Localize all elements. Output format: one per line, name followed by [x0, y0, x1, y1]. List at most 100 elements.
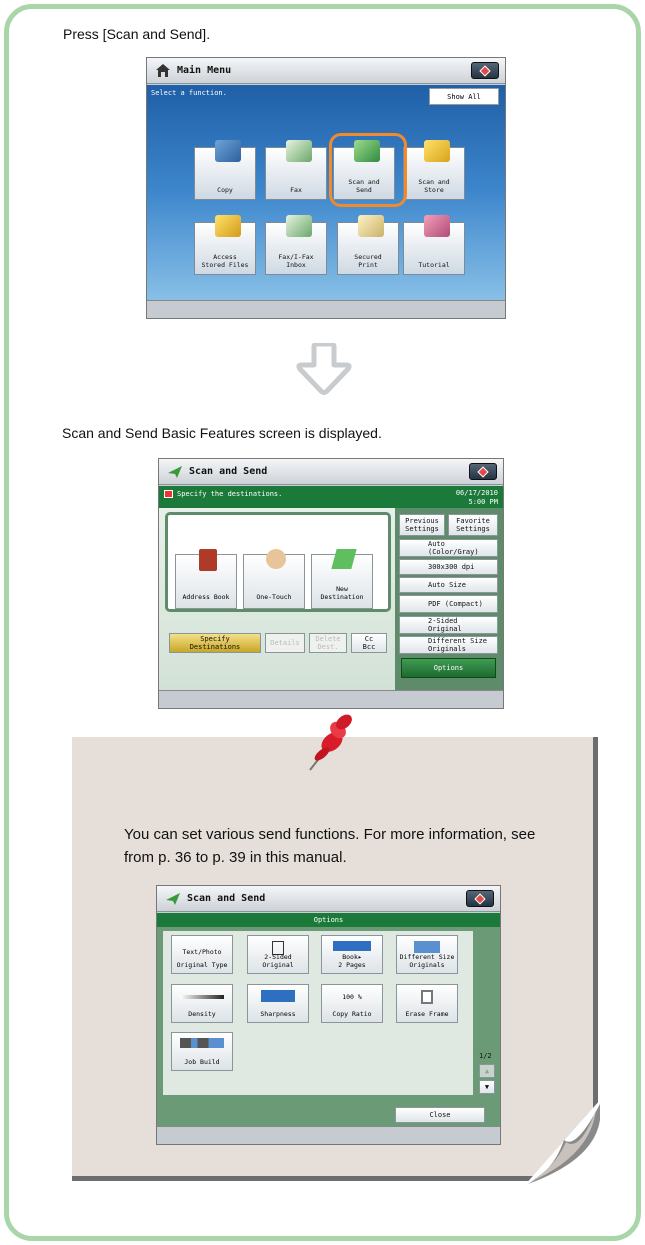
scan-send-icon — [168, 465, 182, 478]
tutorial-icon — [424, 215, 450, 237]
favorite-settings-button[interactable]: Favorite Settings — [448, 514, 498, 536]
step-instruction-1: Press [Scan and Send]. — [63, 26, 211, 42]
scan-send-title: Scan and Send — [189, 466, 268, 477]
main-menu-bottom-strip — [147, 300, 505, 318]
select-function-hint: Select a function. — [151, 89, 227, 97]
erase-frame-tile[interactable]: Erase Frame — [396, 984, 458, 1023]
down-arrow-icon — [296, 343, 352, 395]
previous-settings-button[interactable]: Previous Settings — [399, 514, 445, 536]
access-stored-files-label: Access Stored Files — [201, 253, 249, 269]
home-icon — [156, 64, 170, 77]
copy-ratio-tile[interactable]: 100 % Copy Ratio — [321, 984, 383, 1023]
different-size-icon — [414, 941, 440, 953]
fax-label: Fax — [290, 186, 302, 194]
fax-inbox-tile[interactable]: Fax/I-Fax Inbox — [265, 215, 327, 275]
one-touch-tile[interactable]: One-Touch — [243, 549, 305, 609]
scan-send-icon — [166, 892, 180, 905]
one-touch-icon — [266, 549, 286, 569]
new-destination-tile[interactable]: New Destination — [311, 549, 373, 609]
density-label: Density — [188, 1009, 216, 1018]
copy-ratio-value: 100 % — [342, 993, 362, 1001]
density-tile[interactable]: Density — [171, 984, 233, 1023]
tutorial-label: Tutorial — [418, 261, 450, 269]
scan-send-screen: Scan and Send Specify the destinations. … — [158, 458, 504, 709]
secured-print-label: Secured Print — [354, 253, 382, 269]
warning-icon — [164, 490, 173, 498]
job-build-icon — [180, 1038, 224, 1048]
density-slider-icon — [180, 995, 224, 999]
different-size-originals-tile[interactable]: Different Size Originals — [396, 935, 458, 974]
job-build-label: Job Build — [184, 1057, 220, 1066]
scan-size-button[interactable]: Auto Size — [399, 577, 498, 593]
address-book-tile[interactable]: Address Book — [175, 549, 237, 609]
delete-destination-button[interactable]: Delete Dest. — [309, 633, 347, 653]
status-icon — [477, 465, 489, 478]
color-mode-button[interactable]: Auto (Color/Gray) — [399, 539, 498, 557]
job-build-tile[interactable]: Job Build — [171, 1032, 233, 1071]
scroll-down-button[interactable]: ▼ — [479, 1080, 495, 1094]
copy-tile[interactable]: Copy — [194, 140, 256, 200]
status-monitor-button[interactable] — [471, 62, 499, 79]
cc-bcc-button[interactable]: Cc Bcc — [351, 633, 387, 653]
sharpness-label: Sharpness — [260, 1009, 296, 1018]
two-sided-original-button[interactable]: 2-Sided Original — [399, 616, 498, 634]
erase-frame-icon — [421, 990, 433, 1004]
specify-destinations-hint: Specify the destinations. — [177, 490, 283, 498]
original-type-tile[interactable]: Text/Photo Original Type — [171, 935, 233, 974]
push-pin-icon — [309, 714, 352, 771]
options-bottom-strip — [157, 1126, 500, 1144]
copy-icon — [215, 140, 241, 162]
scroll-up-button[interactable]: ▲ — [479, 1064, 495, 1078]
book-two-pages-tile[interactable]: Book▸ 2 Pages — [321, 935, 383, 974]
secured-print-tile[interactable]: Secured Print — [337, 215, 399, 275]
specify-destinations-button[interactable]: Specify Destinations — [169, 633, 261, 653]
sharpness-tile[interactable]: Sharpness — [247, 984, 309, 1023]
resolution-button[interactable]: 300x300 dpi — [399, 559, 498, 575]
one-touch-label: One-Touch — [256, 593, 292, 601]
page-curl-icon — [524, 1100, 600, 1186]
scan-and-store-tile[interactable]: Scan and Store — [403, 140, 465, 200]
scan-send-body: Address Book One-Touch New Destination S… — [159, 508, 503, 690]
status-monitor-button[interactable] — [469, 463, 497, 480]
status-icon — [474, 892, 486, 905]
fax-inbox-icon — [286, 215, 312, 237]
access-stored-files-icon — [215, 215, 241, 237]
two-sided-original-tile[interactable]: 2-Sided Original — [247, 935, 309, 974]
status-monitor-button[interactable] — [466, 890, 494, 907]
show-all-button[interactable]: Show All — [429, 88, 499, 105]
fax-inbox-label: Fax/I-Fax Inbox — [278, 253, 314, 269]
sharpness-icon — [261, 990, 295, 1002]
new-destination-icon — [331, 549, 357, 569]
book-icon — [333, 941, 371, 951]
copy-label: Copy — [217, 186, 233, 194]
scan-send-bottom-strip — [159, 690, 503, 708]
original-type-value: Text/Photo — [182, 948, 222, 956]
close-button[interactable]: Close — [395, 1107, 485, 1123]
options-button[interactable]: Options — [401, 658, 496, 678]
file-format-button[interactable]: PDF (Compact) — [399, 595, 498, 613]
tutorial-tile[interactable]: Tutorial — [403, 215, 465, 275]
function-area: Select a function. Show All — [147, 85, 505, 318]
access-stored-files-tile[interactable]: Access Stored Files — [194, 215, 256, 275]
different-size-originals-button[interactable]: Different Size Originals — [399, 636, 498, 654]
scan-send-titlebar: Scan and Send — [159, 459, 503, 485]
scan-and-store-icon — [424, 140, 450, 162]
copy-ratio-label: Copy Ratio — [332, 1009, 372, 1018]
options-screen-title: Scan and Send — [187, 893, 266, 904]
scan-and-store-label: Scan and Store — [418, 178, 450, 194]
page-indicator: 1/2 — [479, 1052, 492, 1060]
options-titlebar: Scan and Send — [157, 886, 500, 912]
date-display: 06/17/2010 — [455, 489, 498, 497]
main-menu-titlebar: Main Menu — [147, 58, 505, 84]
address-book-label: Address Book — [182, 593, 230, 601]
different-size-label: Different Size Originals — [399, 953, 455, 969]
scan-and-send-highlight — [329, 133, 407, 207]
details-button[interactable]: Details — [265, 633, 305, 653]
options-header-bar: Options — [157, 913, 500, 927]
main-menu-screen: Main Menu Select a function. Show All Co… — [146, 57, 506, 319]
step-instruction-2: Scan and Send Basic Features screen is d… — [62, 425, 382, 441]
options-screen: Scan and Send Options Text/Photo Original… — [156, 885, 501, 1145]
secured-print-icon — [358, 215, 384, 237]
fax-tile[interactable]: Fax — [265, 140, 327, 200]
new-destination-label: New Destination — [320, 585, 364, 601]
